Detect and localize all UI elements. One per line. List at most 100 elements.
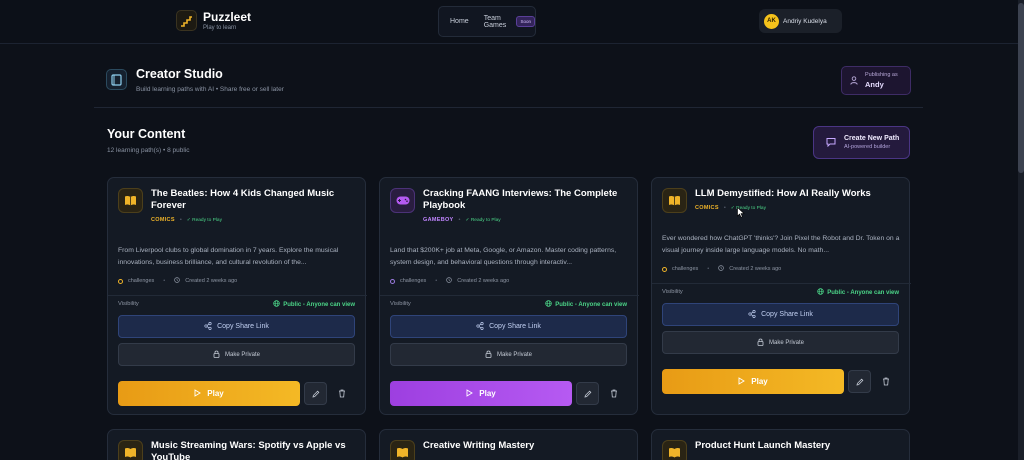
share-label: Copy Share Link: [761, 311, 813, 318]
card-meta: challenges • Created 2 weeks ago: [118, 277, 237, 285]
comic-book-icon: [118, 188, 143, 213]
top-navbar: Puzzleet Play to learn Home Team Games S…: [0, 0, 1018, 44]
avatar: AK: [764, 13, 779, 29]
brand-name: Puzzleet: [203, 9, 252, 24]
share-icon: [748, 309, 756, 320]
nav-team-games-link[interactable]: Team Games Soon: [484, 15, 535, 29]
status-badge: ✓ Ready to Play: [186, 217, 222, 223]
card-title[interactable]: Product Hunt Launch Mastery: [695, 440, 900, 452]
create-button-label: Create New Path: [844, 135, 900, 142]
card-title[interactable]: Music Streaming Wars: Spotify vs Apple v…: [151, 440, 356, 460]
meta-created: Created 2 weeks ago: [185, 278, 238, 284]
play-label: Play: [207, 389, 224, 398]
edit-button[interactable]: [304, 382, 327, 405]
trash-icon: [610, 385, 618, 403]
separator-dot: •: [723, 205, 726, 211]
edit-button[interactable]: [848, 370, 871, 393]
play-button[interactable]: Play: [390, 381, 572, 406]
nav-team-games-label: Team Games: [483, 14, 507, 29]
lock-icon: [485, 350, 492, 360]
studio-header: Creator Studio Build learning paths with…: [94, 52, 923, 108]
publishing-as-box[interactable]: Publishing as Andy: [841, 66, 911, 95]
publishing-name: Andy: [865, 80, 884, 89]
play-label: Play: [751, 377, 768, 386]
make-private-button[interactable]: Make Private: [118, 343, 355, 366]
create-new-path-button[interactable]: Create New Path AI-powered builder: [813, 126, 910, 159]
trash-icon: [338, 385, 346, 403]
separator-dot: •: [435, 278, 438, 284]
globe-icon: [545, 300, 552, 309]
publishing-label: Publishing as: [865, 72, 898, 78]
meta-created: Created 2 weeks ago: [729, 266, 782, 272]
visibility-label: Visibility: [662, 289, 683, 295]
format-tag: COMICS: [151, 217, 175, 223]
challenges-icon: [118, 278, 123, 284]
visibility-value: Public - Anyone can view: [555, 301, 627, 308]
delete-button[interactable]: [876, 370, 896, 393]
play-button[interactable]: Play: [662, 369, 844, 394]
nav-home-link[interactable]: Home: [450, 18, 469, 25]
play-button[interactable]: Play: [118, 381, 300, 406]
visibility-label: Visibility: [390, 301, 411, 307]
visibility-value: Public - Anyone can view: [827, 289, 899, 296]
make-private-button[interactable]: Make Private: [390, 343, 627, 366]
visibility-status: Public - Anyone can view: [273, 300, 355, 309]
user-menu[interactable]: AK Andriy Kudelya: [759, 9, 842, 33]
page-scrollbar[interactable]: [1018, 0, 1024, 460]
card-title[interactable]: Creative Writing Mastery: [423, 440, 628, 452]
content-card: The Beatles: How 4 Kids Changed Music Fo…: [107, 177, 367, 415]
brand-tagline: Play to learn: [203, 24, 237, 31]
share-icon: [204, 321, 212, 332]
user-name: Andriy Kudelya: [783, 17, 827, 25]
meta-type: challenges: [400, 278, 427, 284]
delete-button[interactable]: [604, 382, 624, 405]
private-label: Make Private: [768, 339, 804, 346]
challenges-icon: [662, 266, 667, 272]
clock-icon: [446, 277, 452, 285]
card-divider: [108, 295, 367, 296]
scrollbar-thumb[interactable]: [1018, 3, 1024, 173]
card-title[interactable]: LLM Demystified: How AI Really Works: [695, 188, 900, 200]
main-nav: Home Team Games Soon: [438, 6, 536, 37]
separator-dot: •: [707, 266, 710, 272]
trash-icon: [882, 373, 890, 391]
card-tags: COMICS • ✓ Ready to Play: [695, 205, 766, 211]
comic-book-icon: [662, 440, 687, 460]
visibility-status: Public - Anyone can view: [545, 300, 627, 309]
visibility-value: Public - Anyone can view: [283, 301, 355, 308]
copy-share-link-button[interactable]: Copy Share Link: [662, 303, 899, 326]
copy-share-link-button[interactable]: Copy Share Link: [118, 315, 355, 338]
edit-button[interactable]: [576, 382, 599, 405]
gamepad-icon: [390, 188, 415, 213]
copy-share-link-button[interactable]: Copy Share Link: [390, 315, 627, 338]
lock-icon: [213, 350, 220, 360]
play-label: Play: [479, 389, 496, 398]
soon-badge: Soon: [516, 16, 535, 27]
visibility-status: Public - Anyone can view: [817, 288, 899, 297]
chat-bubble-icon: [826, 134, 836, 152]
pencil-icon: [583, 385, 592, 403]
card-meta: challenges • Created 2 weeks ago: [390, 277, 509, 285]
format-tag: GAMEBOY: [423, 217, 454, 223]
meta-type: challenges: [128, 278, 155, 284]
pencil-icon: [855, 373, 864, 391]
card-title[interactable]: Cracking FAANG Interviews: The Complete …: [423, 188, 628, 212]
separator-dot: •: [163, 278, 166, 284]
content-card: Creative Writing Mastery: [379, 429, 638, 460]
page-subtitle: Build learning paths with AI • Share fre…: [136, 86, 284, 93]
private-label: Make Private: [224, 351, 260, 358]
status-badge: ✓ Ready to Play: [465, 217, 501, 223]
create-button-sublabel: AI-powered builder: [844, 144, 891, 150]
card-divider: [652, 283, 911, 284]
delete-button[interactable]: [332, 382, 352, 405]
card-tags: GAMEBOY • ✓ Ready to Play: [423, 217, 501, 223]
pencil-icon: [311, 385, 320, 403]
make-private-button[interactable]: Make Private: [662, 331, 899, 354]
play-icon: [194, 388, 202, 399]
book-icon: [106, 69, 127, 90]
card-meta: challenges • Created 2 weeks ago: [662, 265, 781, 273]
brand[interactable]: Puzzleet Play to learn: [176, 10, 251, 31]
visibility-label: Visibility: [118, 301, 139, 307]
card-title[interactable]: The Beatles: How 4 Kids Changed Music Fo…: [151, 188, 356, 212]
meta-type: challenges: [672, 266, 699, 272]
